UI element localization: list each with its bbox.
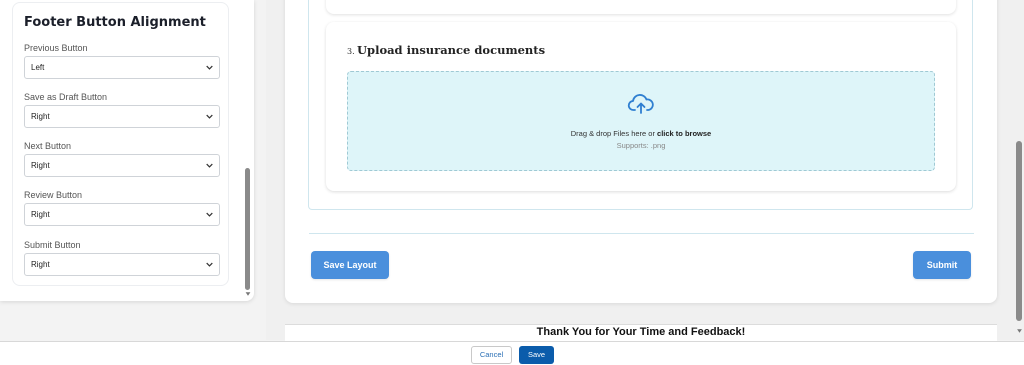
chevron-down-icon xyxy=(206,262,213,267)
footer-bar xyxy=(0,341,1024,365)
settings-panel-area: Footer Button Alignment Previous Button … xyxy=(0,0,266,340)
scroll-down-arrow-icon[interactable] xyxy=(1016,328,1023,334)
chevron-down-icon xyxy=(206,65,213,70)
settings-scrollbar-thumb[interactable] xyxy=(245,168,250,290)
review-button-select[interactable]: Right xyxy=(24,203,220,226)
panel-title: Footer Button Alignment xyxy=(24,15,206,30)
submit-button-select-value: Right xyxy=(31,260,50,269)
chevron-down-icon xyxy=(206,212,213,217)
thank-you-heading: Thank You for Your Time and Feedback! xyxy=(536,326,746,338)
form-divider xyxy=(309,233,974,234)
question-title: Upload insurance documents xyxy=(357,43,546,57)
cloud-upload-icon xyxy=(627,94,654,114)
previous-button-select-value: Left xyxy=(31,63,45,72)
dropzone-instructions: Drag & drop Files here or click to brows… xyxy=(347,129,935,138)
save-draft-button-label: Save as Draft Button xyxy=(24,92,108,102)
previous-question-card xyxy=(326,0,956,14)
previous-button-select[interactable]: Left xyxy=(24,56,220,79)
save-draft-button-select[interactable]: Right xyxy=(24,105,220,128)
footer-alignment-card: Footer Button Alignment Previous Button … xyxy=(12,2,229,286)
save-layout-button[interactable]: Save Layout xyxy=(311,251,389,279)
supported-formats: Supports: .png xyxy=(616,141,666,150)
submit-button-select[interactable]: Right xyxy=(24,253,220,276)
next-button-select-value: Right xyxy=(31,161,50,170)
chevron-down-icon xyxy=(206,163,213,168)
dropzone-text: Drag & drop Files here or xyxy=(570,129,658,138)
submit-button[interactable]: Submit xyxy=(913,251,971,279)
review-button-select-value: Right xyxy=(31,210,50,219)
browse-link[interactable]: click to browse xyxy=(657,129,711,138)
submit-button-label: Submit Button xyxy=(24,240,81,250)
next-button-select[interactable]: Right xyxy=(24,154,220,177)
page-scrollbar-thumb[interactable] xyxy=(1016,141,1022,321)
save-button[interactable]: Save xyxy=(519,346,554,364)
next-button-label: Next Button xyxy=(24,141,72,151)
save-draft-button-select-value: Right xyxy=(31,112,50,121)
settings-panel: Footer Button Alignment Previous Button … xyxy=(0,0,254,301)
scroll-down-arrow-icon[interactable] xyxy=(245,291,251,297)
previous-button-label: Previous Button xyxy=(24,43,88,53)
file-dropzone[interactable] xyxy=(347,71,935,171)
question-number: 3. xyxy=(347,47,355,56)
chevron-down-icon xyxy=(206,114,213,119)
cancel-button[interactable]: Cancel xyxy=(471,346,512,364)
review-button-label: Review Button xyxy=(24,190,83,200)
